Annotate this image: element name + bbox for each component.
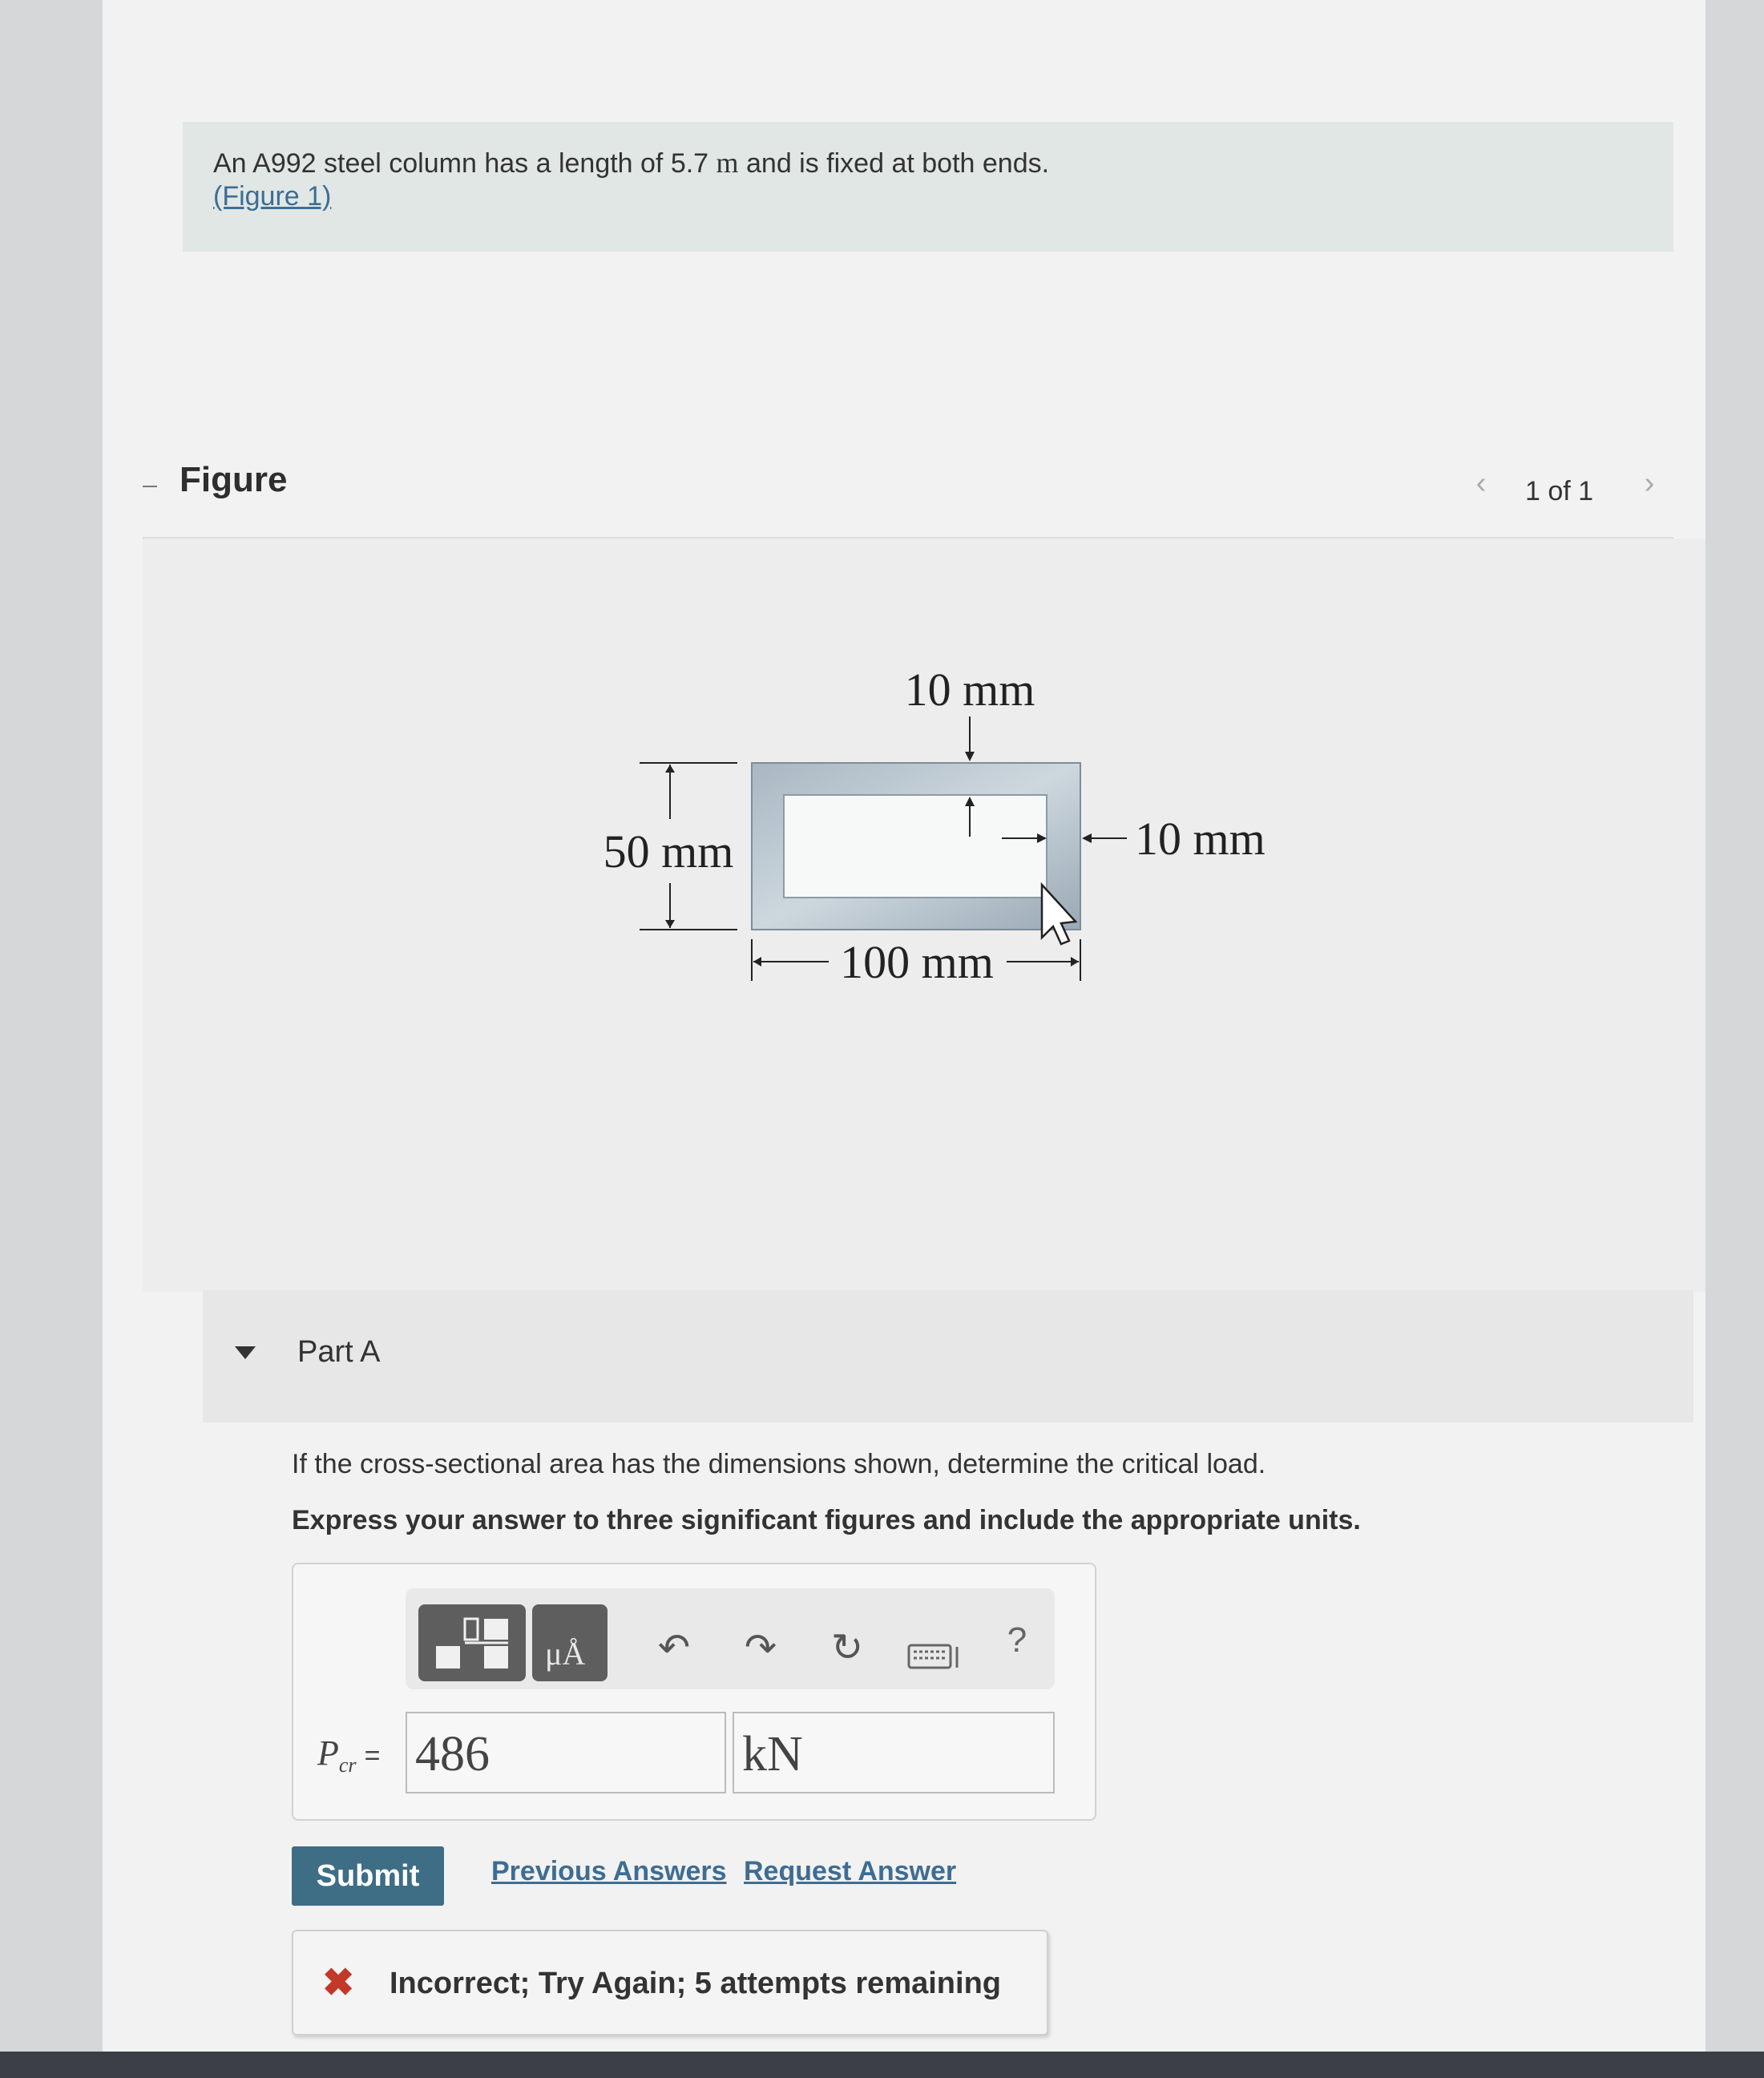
help-icon[interactable]: ? — [989, 1620, 1045, 1660]
caret-down-icon[interactable] — [235, 1346, 256, 1359]
reset-icon[interactable]: ↻ — [819, 1625, 875, 1670]
feedback-box: ✖ Incorrect; Try Again; 5 attempts remai… — [292, 1930, 1048, 2036]
redo-icon[interactable]: ↷ — [733, 1625, 789, 1670]
units-icon: μÅ — [545, 1636, 586, 1672]
main-panel: An A992 steel column has a length of 5.7… — [103, 0, 1705, 2052]
collapse-icon[interactable] — [143, 486, 157, 487]
figure-pager-count: 1 of 1 — [1525, 476, 1594, 506]
question-text: If the cross-sectional area has the dime… — [292, 1449, 1266, 1479]
templates-icon — [436, 1617, 508, 1668]
templates-button[interactable] — [418, 1604, 526, 1681]
chevron-left-icon[interactable]: ‹ — [1465, 466, 1497, 501]
math-toolbar: μÅ ↶ ↷ ↻ ? — [406, 1588, 1055, 1689]
units-input[interactable]: kN — [733, 1712, 1055, 1794]
figure-title: Figure — [180, 460, 288, 499]
incorrect-icon: ✖ — [322, 1962, 355, 2004]
cross-section-diagram: 10 mm 50 mm 10 mm 100 mm — [603, 664, 1265, 988]
part-a-header[interactable]: Part A — [203, 1290, 1693, 1422]
answer-box: μÅ ↶ ↷ ↻ ? Pcr = 486 kN — [292, 1563, 1096, 1821]
answer-label: Pcr = — [317, 1733, 381, 1777]
chevron-right-icon[interactable]: › — [1633, 466, 1665, 501]
problem-text: An A992 steel column has a length of 5.7… — [213, 147, 1050, 179]
figure-link[interactable]: (Figure 1) — [213, 181, 331, 212]
previous-answers-link[interactable]: Previous Answers — [491, 1856, 727, 1887]
units-button[interactable]: μÅ — [532, 1604, 608, 1681]
top-thickness-label: 10 mm — [905, 664, 1035, 716]
length-unit: m — [716, 147, 739, 179]
keyboard-icon[interactable] — [906, 1638, 962, 1682]
width-label: 100 mm — [840, 936, 994, 988]
value-input[interactable]: 486 — [406, 1712, 726, 1794]
instruction-text: Express your answer to three significant… — [292, 1505, 1361, 1535]
tube-hollow — [783, 794, 1048, 898]
figure-area: 10 mm 50 mm 10 mm 100 mm — [143, 539, 1705, 1292]
side-thickness-label: 10 mm — [1135, 813, 1265, 865]
problem-statement: An A992 steel column has a length of 5.7… — [183, 122, 1673, 252]
request-answer-link[interactable]: Request Answer — [744, 1856, 956, 1887]
submit-button[interactable]: Submit — [292, 1846, 444, 1906]
figure-header: Figure ‹ 1 of 1 › — [143, 449, 1673, 539]
feedback-message: Incorrect; Try Again; 5 attempts remaini… — [390, 1967, 1001, 2000]
part-title: Part A — [297, 1335, 381, 1369]
height-label: 50 mm — [603, 825, 734, 878]
screen-bottom-edge — [0, 2052, 1764, 2078]
undo-icon[interactable]: ↶ — [646, 1625, 702, 1670]
